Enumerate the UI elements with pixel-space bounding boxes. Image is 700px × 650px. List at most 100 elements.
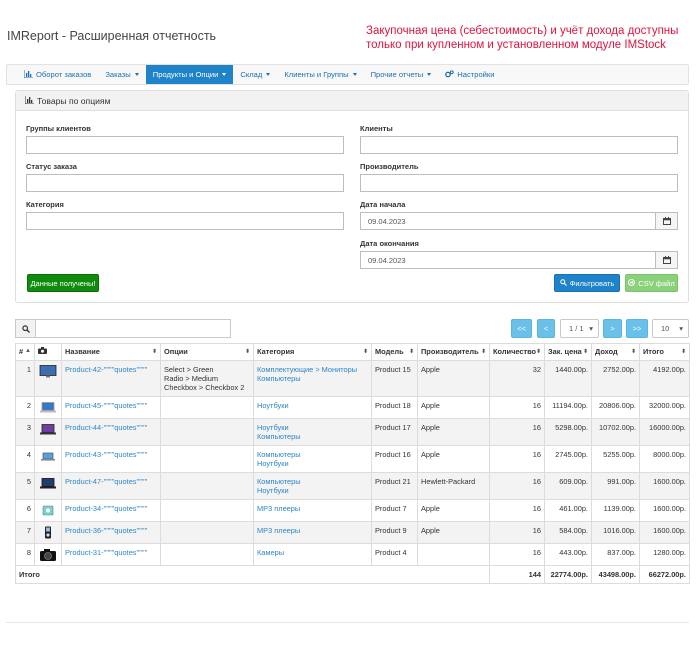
product-image	[34, 521, 62, 544]
filter-button[interactable]: Фильтровать	[554, 274, 620, 292]
last-page-button[interactable]: >>	[626, 319, 648, 338]
table-row: 8 Product-31-"'"'"quotes"'"'" Камеры Produc…	[15, 543, 690, 566]
date-end-input[interactable]: 09.04.2023	[360, 251, 656, 269]
category-cell: Компьютеры Ноутбуки	[253, 472, 372, 500]
column-header[interactable]: Производитель ⬍	[417, 343, 490, 361]
column-header[interactable]: Зак. цена ⬍	[544, 343, 592, 361]
category-link[interactable]: Комплектующие > Мониторы Компьютеры	[257, 365, 357, 383]
caret-down-icon	[352, 73, 357, 76]
total-cell: 1600.00р.	[639, 499, 690, 522]
category-link[interactable]: Компьютеры Ноутбуки	[257, 450, 301, 468]
csv-button-label: CSV файл	[638, 278, 675, 288]
nav-item-0[interactable]: Оборот заказов	[17, 65, 98, 84]
quantity-cell: 16	[489, 543, 545, 566]
nav-item-label: Оборот заказов	[36, 70, 92, 79]
page-select[interactable]: 1 / 1 ▾	[560, 319, 599, 338]
filter-panel: Товары по опциям Группы клиентов Клиенты…	[15, 90, 689, 303]
bar-chart-icon	[23, 69, 33, 80]
column-header-label: Зак. цена	[548, 347, 582, 356]
sort-icon: ⬍	[244, 349, 250, 355]
column-header-label: Опции	[164, 347, 188, 356]
column-header[interactable]: Категория ⬍	[253, 343, 372, 361]
status-button[interactable]: Данные получены!	[27, 274, 99, 292]
column-header[interactable]: Количество ⬍	[489, 343, 545, 361]
options-cell	[160, 396, 254, 419]
customers-input[interactable]	[360, 136, 678, 154]
total-cell: 1280.00р.	[639, 543, 690, 566]
monitor-icon	[38, 365, 58, 378]
nav-item-3[interactable]: Склад	[233, 65, 277, 84]
csv-button[interactable]: CSV файл	[625, 274, 678, 292]
nav-item-4[interactable]: Клиенты и Группы	[277, 65, 363, 84]
column-header[interactable]: Модель ⬍	[371, 343, 418, 361]
product-name-cell: Product-42-"'"'"quotes"'"'"	[61, 360, 161, 397]
calendar-icon[interactable]	[656, 251, 678, 269]
product-name-cell: Product-44-"'"'"quotes"'"'"	[61, 418, 161, 446]
date-start-input[interactable]: 09.04.2023	[360, 212, 656, 230]
nav-item-1[interactable]: Заказы	[98, 65, 145, 84]
nav-item-label: Заказы	[105, 70, 131, 79]
next-page-button[interactable]: >	[603, 319, 622, 338]
product-name-link[interactable]: Product-43-"'"'"quotes"'"'"	[65, 450, 147, 459]
product-name-link[interactable]: Product-34-"'"'"quotes"'"'"	[65, 504, 147, 513]
column-header[interactable]: Доход ⬍	[591, 343, 640, 361]
table-row: 4 Product-43-"'"'"quotes"'"'" Компьютеры Н…	[15, 445, 690, 473]
date-end-label: Дата окончания	[360, 239, 419, 248]
manufacturer-cell: Apple	[417, 360, 490, 397]
category-cell: Камеры	[253, 543, 372, 566]
column-header[interactable]	[34, 343, 62, 361]
column-header[interactable]: Название ⬍	[61, 343, 161, 361]
product-name-cell: Product-47-"'"'"quotes"'"'"	[61, 472, 161, 500]
prev-page-button[interactable]: <	[537, 319, 555, 338]
column-header[interactable]: Опции ⬍	[160, 343, 254, 361]
date-start-group: 09.04.2023	[360, 212, 678, 230]
first-page-button[interactable]: <<	[511, 319, 532, 338]
product-name-cell: Product-45-"'"'"quotes"'"'"	[61, 396, 161, 419]
order-status-input[interactable]	[26, 174, 344, 192]
customers-label: Клиенты	[360, 124, 393, 133]
laptop-thin-icon	[38, 450, 58, 463]
sort-icon: ⬍	[630, 349, 636, 355]
customer-groups-label: Группы клиентов	[26, 124, 91, 133]
product-name-link[interactable]: Product-42-"'"'"quotes"'"'"	[65, 365, 147, 374]
category-link[interactable]: Ноутбуки	[257, 401, 289, 410]
quantity-cell: 16	[489, 499, 545, 522]
category-link[interactable]: MP3 плееры	[257, 504, 300, 513]
manufacturer-input[interactable]	[360, 174, 678, 192]
column-header[interactable]: # ▲	[15, 343, 35, 361]
manufacturer-label: Производитель	[360, 162, 419, 171]
product-image	[34, 543, 62, 566]
per-page-select[interactable]: 10 ▾	[652, 319, 689, 338]
income-cell: 20806.00р.	[591, 396, 640, 419]
table-row: 2 Product-45-"'"'"quotes"'"'" Ноутбуки Prod…	[15, 396, 690, 419]
product-name-link[interactable]: Product-44-"'"'"quotes"'"'"	[65, 423, 147, 432]
camera-icon	[38, 347, 47, 356]
sort-icon: ▲	[25, 348, 31, 354]
product-name-link[interactable]: Product-36-"'"'"quotes"'"'"	[65, 526, 147, 535]
product-name-link[interactable]: Product-47-"'"'"quotes"'"'"	[65, 477, 147, 486]
calendar-icon[interactable]	[656, 212, 678, 230]
nav-item-6[interactable]: Настройки	[438, 65, 501, 84]
search-input[interactable]	[36, 319, 231, 338]
product-name-cell: Product-43-"'"'"quotes"'"'"	[61, 445, 161, 473]
category-link[interactable]: Ноутбуки Компьютеры	[257, 423, 301, 441]
manufacturer-cell: Apple	[417, 521, 490, 544]
column-header[interactable]: Итого ⬍	[639, 343, 690, 361]
category-link[interactable]: Компьютеры Ноутбуки	[257, 477, 301, 495]
nav-item-2[interactable]: Продукты и Опции	[145, 65, 234, 84]
product-name-link[interactable]: Product-45-"'"'"quotes"'"'"	[65, 401, 147, 410]
product-name-link[interactable]: Product-31-"'"'"quotes"'"'"	[65, 548, 147, 557]
nav-item-5[interactable]: Прочие отчеты	[364, 65, 439, 84]
category-link[interactable]: MP3 плееры	[257, 526, 300, 535]
manufacturer-cell: Apple	[417, 418, 490, 446]
product-image	[34, 418, 62, 446]
model-cell: Product 7	[371, 499, 418, 522]
category-link[interactable]: Камеры	[257, 548, 284, 557]
manufacturer-cell: Apple	[417, 499, 490, 522]
category-input[interactable]	[26, 212, 344, 230]
customer-groups-input[interactable]	[26, 136, 344, 154]
order-status-label: Статус заказа	[26, 162, 77, 171]
model-cell: Product 18	[371, 396, 418, 419]
row-number: 5	[15, 472, 35, 500]
column-header-label: Категория	[257, 347, 295, 356]
